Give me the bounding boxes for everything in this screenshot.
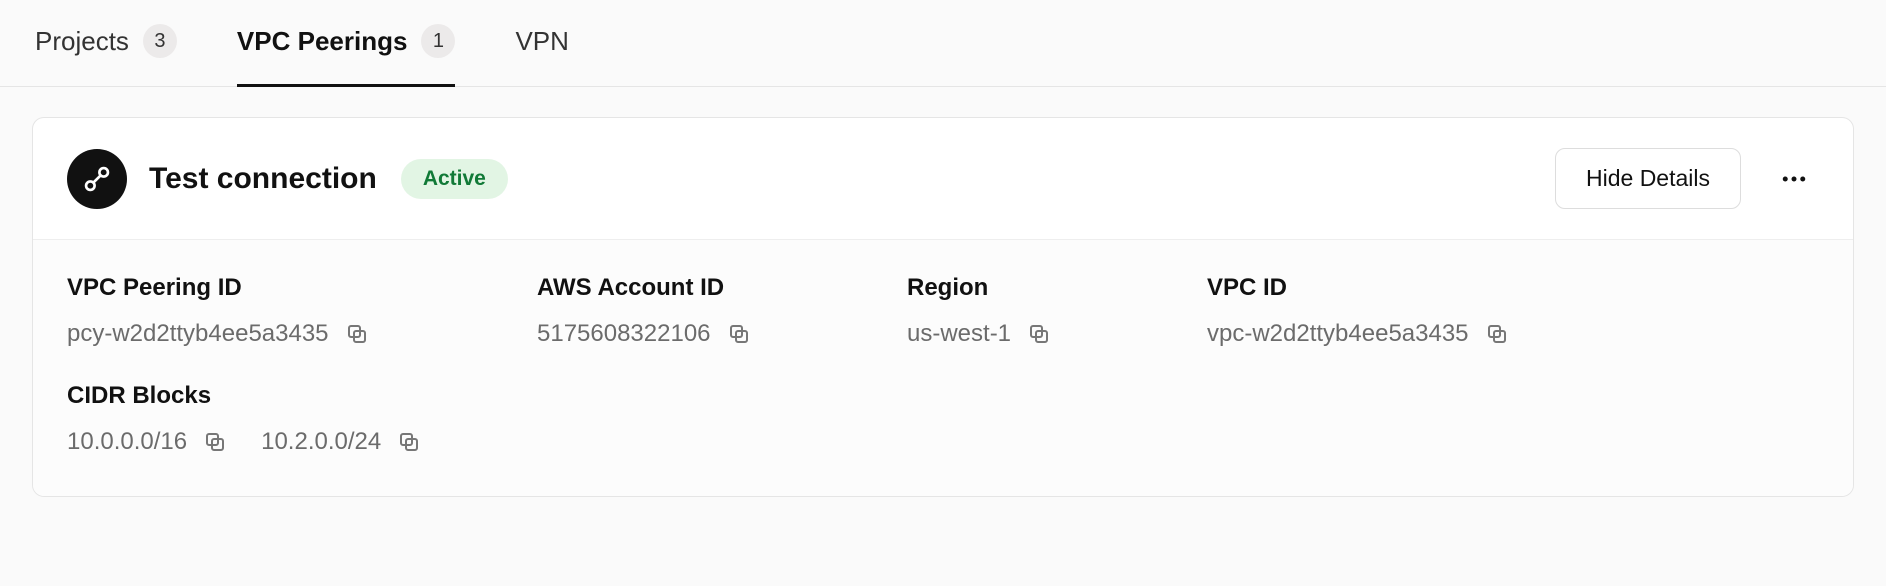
field-label: AWS Account ID <box>537 274 907 302</box>
field-account-id: AWS Account ID 5175608322106 <box>537 274 907 348</box>
connection-title: Test connection <box>149 162 377 196</box>
field-label: CIDR Blocks <box>67 382 1819 410</box>
field-vpc-id: VPC ID vpc-w2d2ttyb4ee5a3435 <box>1207 274 1819 348</box>
field-cidr-blocks: CIDR Blocks 10.0.0.0/16 10.2.0.0/24 <box>67 382 1819 456</box>
tab-label: VPC Peerings <box>237 26 408 57</box>
copy-peering-id-button[interactable] <box>343 320 371 348</box>
hide-details-button[interactable]: Hide Details <box>1555 148 1741 209</box>
tab-bar: Projects 3 VPC Peerings 1 VPN <box>0 0 1886 87</box>
copy-vpc-id-button[interactable] <box>1483 320 1511 348</box>
copy-icon <box>727 322 751 346</box>
status-badge: Active <box>401 159 508 199</box>
field-value: us-west-1 <box>907 320 1011 348</box>
more-options-button[interactable] <box>1769 154 1819 204</box>
field-value: 5175608322106 <box>537 320 711 348</box>
more-horizontal-icon <box>1779 164 1809 194</box>
cidr-value: 10.0.0.0/16 <box>67 428 187 456</box>
details-panel: VPC Peering ID pcy-w2d2ttyb4ee5a3435 AWS… <box>33 239 1853 496</box>
card-header: Test connection Active Hide Details <box>33 118 1853 239</box>
tab-count-badge: 1 <box>421 24 455 58</box>
tab-projects[interactable]: Projects 3 <box>35 0 177 87</box>
cidr-value: 10.2.0.0/24 <box>261 428 381 456</box>
field-value: pcy-w2d2ttyb4ee5a3435 <box>67 320 329 348</box>
connection-icon <box>67 149 127 209</box>
tab-label: Projects <box>35 26 129 57</box>
copy-icon <box>1027 322 1051 346</box>
field-label: Region <box>907 274 1207 302</box>
tab-label: VPN <box>515 26 568 57</box>
peering-card: Test connection Active Hide Details VPC … <box>32 117 1854 497</box>
field-label: VPC Peering ID <box>67 274 537 302</box>
copy-icon <box>345 322 369 346</box>
field-label: VPC ID <box>1207 274 1819 302</box>
tab-vpn[interactable]: VPN <box>515 2 568 86</box>
copy-cidr-button[interactable] <box>201 428 229 456</box>
copy-icon <box>397 430 421 454</box>
copy-icon <box>203 430 227 454</box>
tab-vpc-peerings[interactable]: VPC Peerings 1 <box>237 0 456 87</box>
copy-region-button[interactable] <box>1025 320 1053 348</box>
tab-count-badge: 3 <box>143 24 177 58</box>
field-value: vpc-w2d2ttyb4ee5a3435 <box>1207 320 1469 348</box>
field-peering-id: VPC Peering ID pcy-w2d2ttyb4ee5a3435 <box>67 274 537 348</box>
copy-account-id-button[interactable] <box>725 320 753 348</box>
copy-cidr-button[interactable] <box>395 428 423 456</box>
field-region: Region us-west-1 <box>907 274 1207 348</box>
copy-icon <box>1485 322 1509 346</box>
